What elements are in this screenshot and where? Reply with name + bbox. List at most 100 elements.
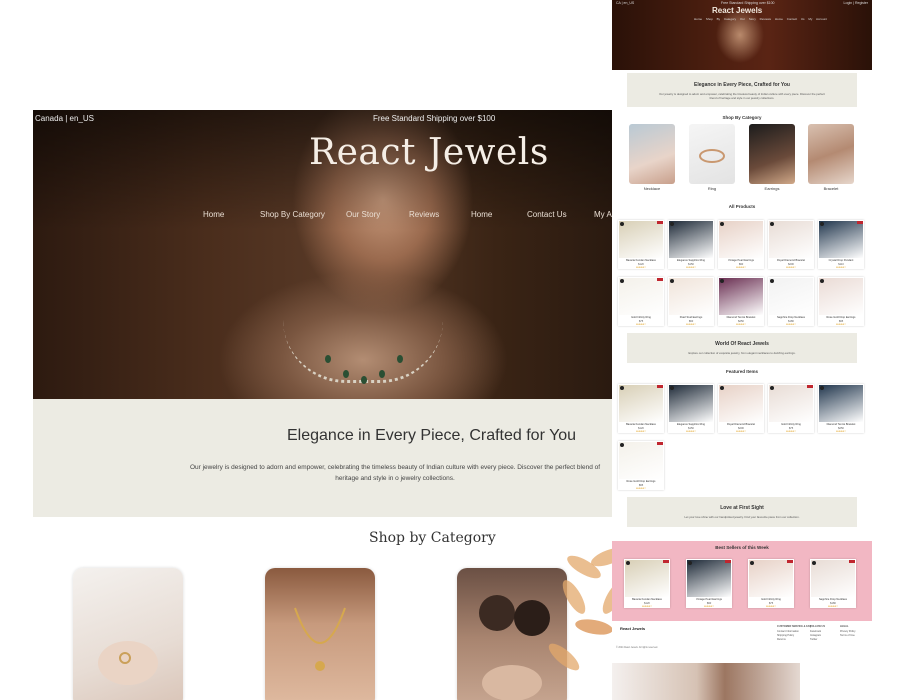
wishlist-icon[interactable]: [750, 561, 754, 565]
rating-stars: ★★★★☆: [685, 429, 697, 433]
fullpage-preview: CA | en_US Free Standard Shipping over $…: [612, 0, 872, 700]
wishlist-icon[interactable]: [688, 561, 692, 565]
product-card[interactable]: Gold Infinity Ring $75 ★★★★☆: [768, 384, 814, 433]
fp-cat-label: Necklace: [643, 186, 661, 191]
product-image: [749, 560, 793, 597]
product-card[interactable]: Rose Gold Drop Earrings $95 ★★★★☆: [618, 441, 664, 490]
product-card[interactable]: Diamond Tennis Bracelet $250 ★★★★☆: [718, 277, 764, 326]
footer-link[interactable]: Twitter: [810, 638, 817, 641]
wishlist-icon[interactable]: [820, 386, 824, 390]
footer-column-title: FOLLOW US: [810, 625, 825, 628]
fp-locale[interactable]: CA | en_US: [616, 1, 634, 5]
product-card[interactable]: Bavaria Kundan Necklace $120 ★★★★☆: [618, 220, 664, 269]
fp-cat-label: Bracelet: [823, 186, 839, 191]
fp-login-link[interactable]: Login | Register: [844, 1, 868, 5]
wishlist-icon[interactable]: [670, 386, 674, 390]
footer-link[interactable]: Instagram: [810, 634, 821, 637]
wishlist-icon[interactable]: [626, 561, 630, 565]
partial-model-image: [612, 663, 800, 700]
fp-brand-logo[interactable]: React Jewels: [712, 6, 762, 15]
wishlist-icon[interactable]: [770, 279, 774, 283]
intro-section: Elegance in Every Piece, Crafted for You…: [33, 399, 612, 517]
product-card[interactable]: Sapphire Drop Necklace $180 ★★★★☆: [768, 277, 814, 326]
footer-link[interactable]: Contact Information: [777, 630, 799, 633]
product-image: [719, 278, 763, 315]
locale-selector[interactable]: Canada | en_US: [35, 114, 94, 123]
footer-link[interactable]: Shipping Policy: [777, 634, 794, 637]
product-card[interactable]: Royal Diamond Bracelet $200 ★★★★☆: [768, 220, 814, 269]
product-image: [625, 560, 669, 597]
category-tile-rings[interactable]: [73, 568, 183, 700]
wishlist-icon[interactable]: [670, 222, 674, 226]
category-tile-necklace[interactable]: [265, 568, 375, 700]
product-card[interactable]: Bavaria Kundan Necklace $120 ★★★★☆: [618, 384, 664, 433]
nav-shop-by-category[interactable]: Shop By Category: [260, 210, 325, 219]
intro-text: Our jewelry is designed to adorn and emp…: [189, 464, 601, 482]
product-card[interactable]: Crystal Drop Pendant $110 ★★★★☆: [818, 220, 864, 269]
product-card[interactable]: Gold Infinity Ring $75 ★★★★☆: [748, 559, 794, 608]
wishlist-icon[interactable]: [620, 386, 624, 390]
fp-nav[interactable]: Home Shop By Category Our Story Reviews …: [694, 17, 827, 21]
product-image: [769, 385, 813, 422]
rating-stars: ★★★★☆: [635, 429, 647, 433]
product-card[interactable]: Rose Gold Drop Earrings $95 ★★★★☆: [818, 277, 864, 326]
footer-column-title: CUSTOMER SERVICE & FAQ: [777, 625, 812, 628]
nav-our-story[interactable]: Our Story: [346, 210, 380, 219]
wishlist-icon[interactable]: [670, 279, 674, 283]
product-card[interactable]: Gold Infinity Ring $75 ★★★★☆: [618, 277, 664, 326]
product-image: [719, 385, 763, 422]
fp-cat-ring[interactable]: [689, 124, 735, 184]
product-card[interactable]: Pearl Stud Earrings $60 ★★★★☆: [668, 277, 714, 326]
product-card[interactable]: Sapphire Drop Necklace $180 ★★★★☆: [810, 559, 856, 608]
footer-link[interactable]: Privacy Policy: [840, 630, 856, 633]
nav-reviews[interactable]: Reviews: [409, 210, 439, 219]
rating-stars: ★★★★☆: [735, 322, 747, 326]
product-image: [819, 278, 863, 315]
wishlist-icon[interactable]: [770, 386, 774, 390]
wishlist-icon[interactable]: [812, 561, 816, 565]
product-image: [769, 221, 813, 258]
fp-intro-heading: Elegance in Every Piece, Crafted for You: [694, 82, 790, 88]
product-card[interactable]: Vintage Pearl Earrings $90 ★★★★☆: [686, 559, 732, 608]
footer-link[interactable]: Returns: [777, 638, 786, 641]
product-card[interactable]: Elegance Sapphire Ring $150 ★★★★☆: [668, 220, 714, 269]
product-card[interactable]: Royal Diamond Bracelet $200 ★★★★☆: [718, 384, 764, 433]
rating-stars: ★★★★☆: [685, 265, 697, 269]
nav-home-2[interactable]: Home: [471, 210, 492, 219]
fp-cat-necklace[interactable]: [629, 124, 675, 184]
sale-badge: [657, 278, 663, 281]
wishlist-icon[interactable]: [720, 279, 724, 283]
nav-home[interactable]: Home: [203, 210, 224, 219]
footer-link[interactable]: Terms of Use: [840, 634, 855, 637]
wishlist-icon[interactable]: [620, 443, 624, 447]
fp-cat-earrings[interactable]: [749, 124, 795, 184]
fp-intro-text: Our jewelry is designed to adorn and emp…: [659, 92, 825, 100]
fp-world-heading: World Of React Jewels: [715, 341, 769, 347]
wishlist-icon[interactable]: [720, 386, 724, 390]
wishlist-icon[interactable]: [720, 222, 724, 226]
fp-footer-brand[interactable]: React Jewels: [620, 626, 645, 631]
rating-stars: ★★★★☆: [641, 604, 653, 608]
fp-cat-bracelet[interactable]: [808, 124, 854, 184]
wishlist-icon[interactable]: [820, 222, 824, 226]
fp-featured-heading: Featured Items: [725, 369, 758, 374]
sale-badge: [807, 385, 813, 388]
product-image: [811, 560, 855, 597]
product-card[interactable]: Bavaria Kundan Necklace $120 ★★★★☆: [624, 559, 670, 608]
footer-link[interactable]: Facebook: [810, 630, 821, 633]
wishlist-icon[interactable]: [620, 222, 624, 226]
nav-my-account[interactable]: My Ac: [594, 210, 612, 219]
brand-logo[interactable]: React Jewels: [309, 132, 549, 173]
rating-stars: ★★★★☆: [635, 486, 647, 490]
product-image: [619, 221, 663, 258]
product-image: [769, 278, 813, 315]
product-card[interactable]: Elegance Sapphire Ring $150 ★★★★☆: [668, 384, 714, 433]
wishlist-icon[interactable]: [820, 279, 824, 283]
wishlist-icon[interactable]: [620, 279, 624, 283]
product-card[interactable]: Vintage Pearl Earrings $90 ★★★★☆: [718, 220, 764, 269]
nav-contact-us[interactable]: Contact Us: [527, 210, 567, 219]
necklace-image: [294, 607, 346, 671]
product-card[interactable]: Diamond Tennis Bracelet $250 ★★★★☆: [818, 384, 864, 433]
fp-best-heading: Best Sellers of this Week: [715, 545, 769, 550]
wishlist-icon[interactable]: [770, 222, 774, 226]
